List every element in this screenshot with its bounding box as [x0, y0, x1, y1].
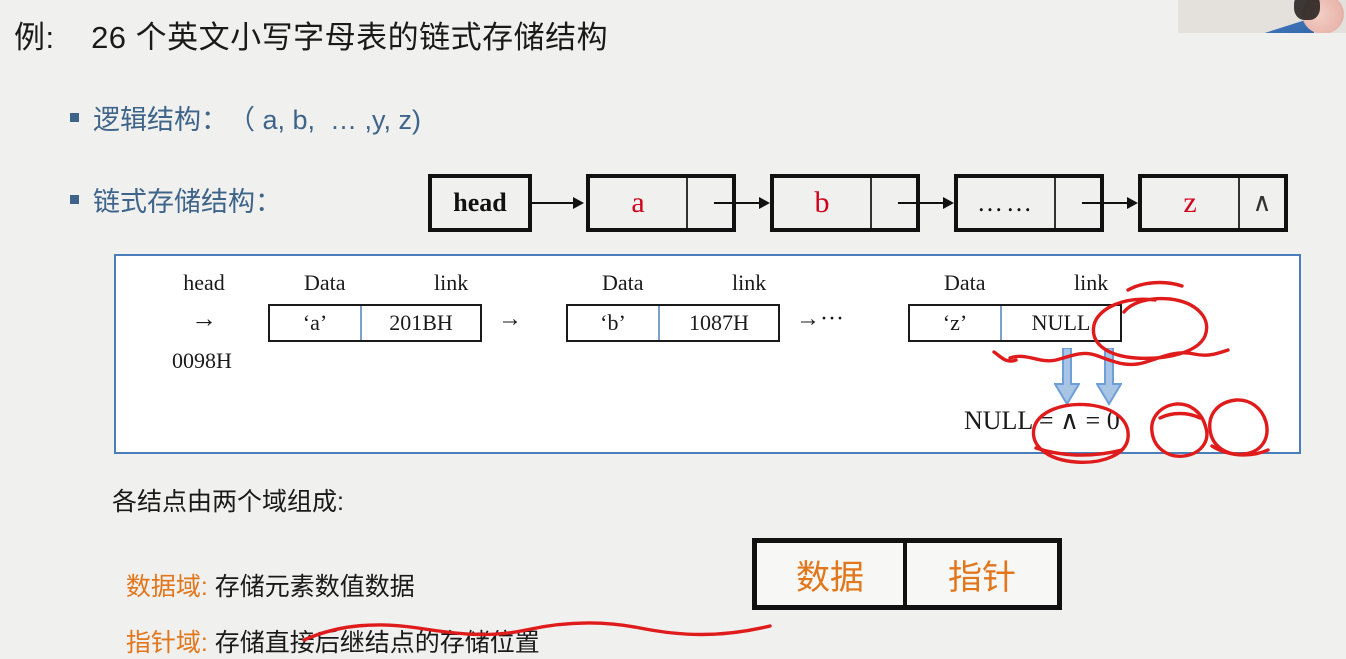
arrow-head-to-node-a: [532, 192, 586, 214]
bullet-marker-icon: [70, 195, 79, 204]
memory-col-data-3: Data: [944, 270, 986, 295]
memory-col-link-3: link: [1074, 270, 1109, 295]
bullet-logical-structure: 逻辑结构： （ a, b, … ,y, z): [70, 98, 421, 137]
node-data-z: z: [1142, 178, 1240, 228]
linked-list-diagram: head a b …… z ∧: [428, 172, 1288, 234]
memory-cell-a-link: 201BH: [389, 310, 453, 335]
memory-head-arrow-icon: →: [191, 304, 217, 333]
explanation-pointer-field-key: 指针域:: [125, 629, 208, 657]
explanation-intro: 各结点由两个域组成:: [112, 488, 344, 516]
webcam-overlay[interactable]: [1178, 0, 1346, 33]
list-node-z: z ∧: [1138, 174, 1288, 232]
node-data-a: a: [590, 178, 688, 228]
memory-cell-z-data: ‘z’: [910, 306, 1002, 340]
memory-layout-panel: head → 0098H Data link ‘a’ 201BH → Data …: [114, 254, 1301, 454]
memory-head-label: head: [183, 270, 225, 295]
node-link-z-null: ∧: [1252, 188, 1272, 217]
bullet-marker-icon: [70, 113, 79, 122]
legend-data-cell: 数据: [757, 543, 907, 605]
bullet-storage-label: 链式存储结构：: [93, 187, 282, 217]
legend-pointer-cell: 指针: [948, 558, 1016, 597]
explanation-pointer-field-value: 存储直接后继结点的存储位置: [207, 629, 540, 657]
memory-cell-a-data: ‘a’: [270, 306, 362, 340]
memory-cell-a: ‘a’ 201BH: [268, 304, 482, 342]
memory-arrow-b-to-z-icon: →···: [796, 306, 844, 332]
bullet-logical-label: 逻辑结构：: [93, 105, 228, 135]
explanation-pointer-field: 指针域: 存储直接后继结点的存储位置: [112, 594, 540, 659]
page-title: 例: 26 个英文小写字母表的链式存储结构: [14, 20, 609, 55]
memory-cell-z: ‘z’ NULL: [908, 304, 1122, 342]
node-data-ellipsis: ……: [958, 178, 1056, 228]
arrow-node-a-to-b: [714, 192, 770, 214]
memory-col-link-1: link: [434, 270, 469, 295]
node-field-legend: 数据 指针: [752, 538, 1062, 610]
arrow-node-b-to-ellipsis: [898, 192, 954, 214]
bullet-linked-storage: 链式存储结构：: [70, 180, 282, 219]
webcam-person-hair: [1294, 0, 1320, 20]
bullet-logical-value: （ a, b, … ,y, z): [228, 105, 422, 135]
head-pointer-box: head: [428, 174, 532, 232]
memory-arrow-a-to-b-icon: →: [498, 306, 522, 332]
memory-col-link-2: link: [732, 270, 767, 295]
arrow-ellipsis-to-node-z: [1082, 192, 1138, 214]
memory-cell-b-link: 1087H: [689, 310, 749, 335]
memory-cell-b-data: ‘b’: [568, 306, 660, 340]
memory-cell-b: ‘b’ 1087H: [566, 304, 780, 342]
memory-head-address: 0098H: [172, 348, 232, 373]
blue-down-arrow-right-icon: [1096, 348, 1122, 406]
null-equivalence-text: NULL = ∧ = 0: [964, 406, 1120, 435]
memory-cell-z-link-null: NULL: [1031, 310, 1091, 335]
memory-col-data-1: Data: [304, 270, 346, 295]
blue-down-arrow-left-icon: [1054, 348, 1080, 406]
node-data-b: b: [774, 178, 872, 228]
memory-col-data-2: Data: [602, 270, 644, 295]
